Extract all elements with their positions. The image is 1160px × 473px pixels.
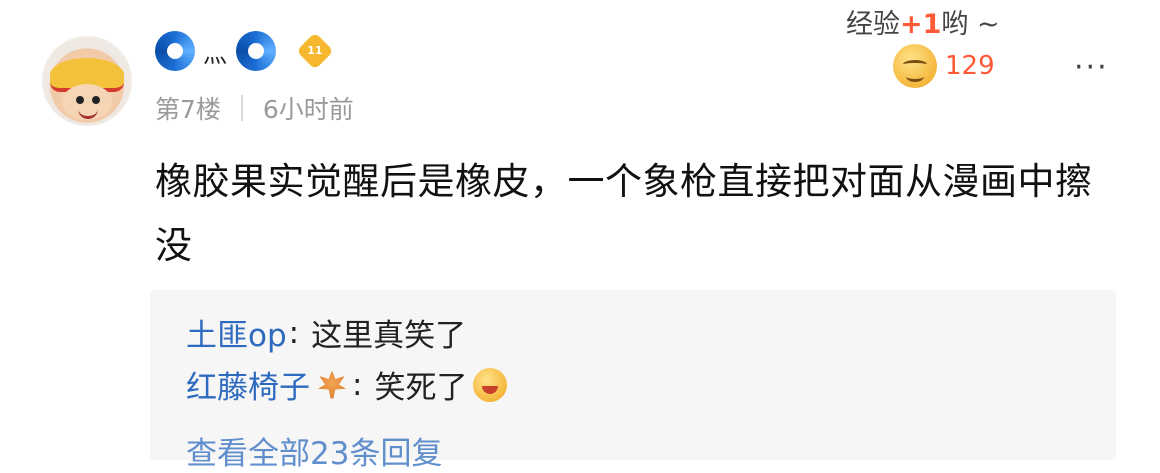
post-meta: 第7楼 6小时前 — [155, 90, 354, 126]
smile-emoji-icon — [893, 44, 937, 88]
swirl-icon — [236, 31, 276, 71]
post-time: 6小时前 — [262, 95, 354, 124]
level-badge-icon[interactable]: 11 — [296, 32, 334, 70]
username-row[interactable]: 灬 11 — [155, 28, 334, 74]
post-content: 橡胶果实觉醒后是橡皮，一个象枪直接把对面从漫画中擦没 — [155, 160, 1093, 267]
reply-author[interactable]: 土匪op — [186, 310, 287, 355]
floor-label: 第7楼 — [155, 95, 221, 124]
user-avatar[interactable] — [42, 36, 132, 126]
username-text: 灬 — [203, 39, 228, 68]
swirl-icon — [155, 31, 195, 71]
reply-separator: : — [352, 366, 363, 403]
reply-box[interactable]: 土匪op : 这里真笑了 红藤椅子 : 笑死了 查看全部23条回复 — [150, 290, 1116, 472]
reaction-button[interactable]: 129 — [893, 44, 995, 88]
reply-text: 这里真笑了 — [311, 318, 467, 354]
maple-leaf-icon — [318, 370, 346, 399]
laugh-emoji-icon — [473, 367, 508, 402]
exp-gain-toast: 经验+1哟 ~ — [846, 9, 1000, 40]
divider — [240, 95, 243, 121]
reply-author[interactable]: 红藤椅子 — [186, 362, 310, 407]
reply-separator: : — [288, 314, 300, 351]
more-options-icon[interactable]: ··· — [1074, 50, 1109, 85]
view-all-replies-link[interactable]: 查看全部23条回复 — [186, 428, 442, 473]
reply-text: 笑死了 — [374, 370, 468, 406]
reply-item[interactable]: 红藤椅子 : 笑死了 — [186, 362, 508, 407]
reply-item[interactable]: 土匪op : 这里真笑了 — [186, 310, 466, 355]
reaction-count: 129 — [945, 51, 995, 81]
